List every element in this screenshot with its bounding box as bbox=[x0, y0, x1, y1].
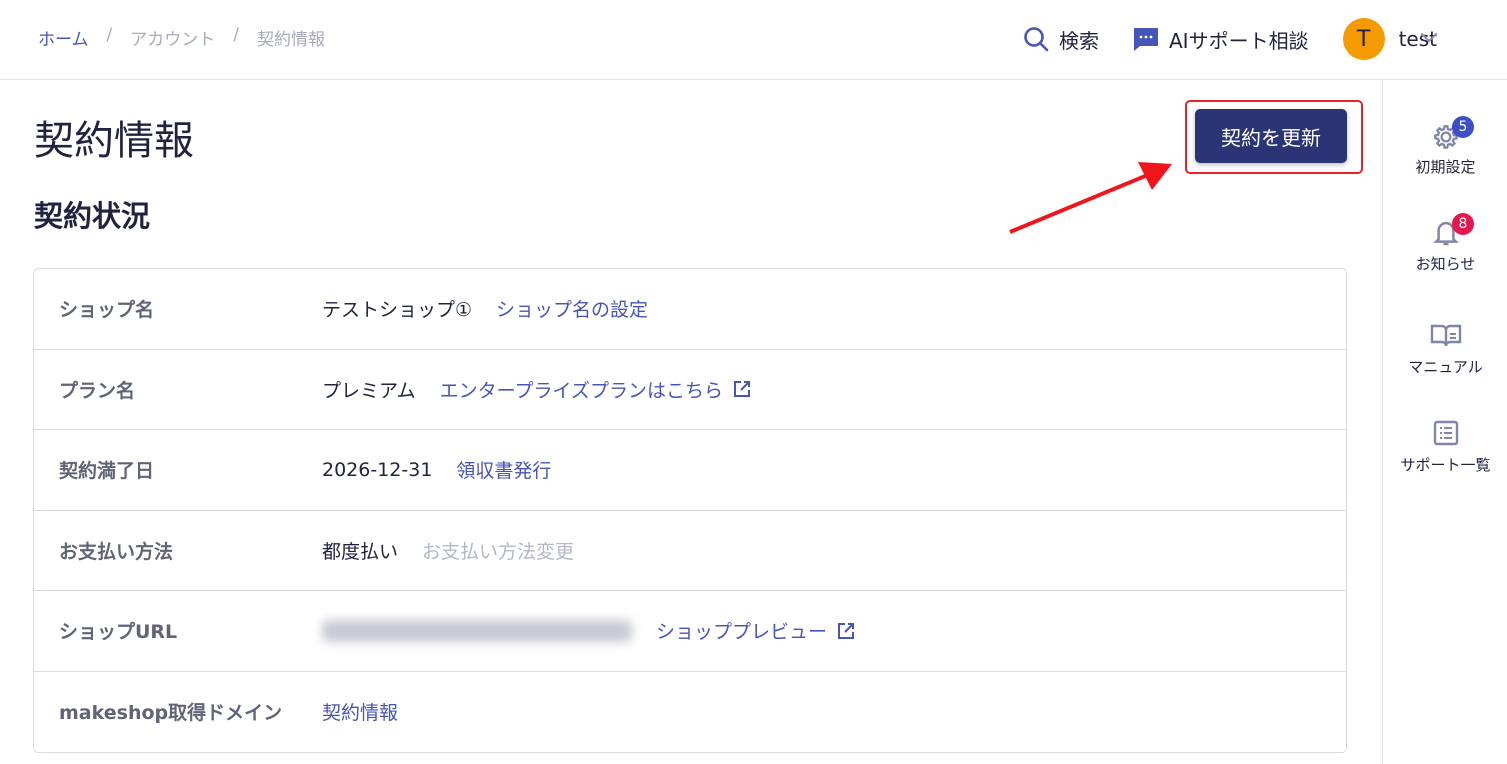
row-label: お支払い方法 bbox=[59, 540, 174, 563]
blurred-shop-url bbox=[322, 619, 632, 642]
update-contract-button[interactable]: 契約を更新 bbox=[1195, 109, 1347, 163]
shop-preview-link[interactable]: ショッププレビュー bbox=[656, 617, 855, 644]
section-title: 契約状況 bbox=[34, 199, 151, 233]
change-payment-link-disabled: お支払い方法変更 bbox=[422, 540, 575, 563]
shop-name-value: テストショップ① bbox=[322, 299, 473, 322]
rail-item-initial-settings[interactable]: 5 初期設定 bbox=[1383, 116, 1507, 177]
enterprise-plan-link[interactable]: エンタープライズプランはこちら bbox=[440, 376, 751, 403]
table-row: makeshop取得ドメイン 契約情報 bbox=[34, 672, 1346, 753]
rail-label: マニュアル bbox=[1408, 358, 1483, 376]
row-label: makeshop取得ドメイン bbox=[59, 702, 283, 725]
row-label: 契約満了日 bbox=[59, 460, 155, 483]
table-row: プラン名 プレミアム エンタープライズプランはこちら bbox=[34, 350, 1346, 430]
page-title: 契約情報 bbox=[34, 118, 194, 164]
chat-icon bbox=[1133, 28, 1158, 51]
search-label: 検索 bbox=[1058, 28, 1099, 53]
link-text: エンタープライズプランはこちら bbox=[439, 379, 723, 402]
breadcrumb-separator: / bbox=[233, 25, 239, 45]
table-row: ショップURL ショッププレビュー bbox=[34, 591, 1346, 672]
book-icon bbox=[1430, 324, 1461, 347]
link-text: ショッププレビュー bbox=[656, 621, 828, 644]
rail-label: サポート一覧 bbox=[1400, 456, 1491, 474]
badge-count: 8 bbox=[1452, 213, 1474, 235]
ai-support-label: AIサポート相談 bbox=[1168, 28, 1309, 53]
breadcrumb-current: 契約情報 bbox=[256, 30, 325, 50]
receipt-link[interactable]: 領収書発行 bbox=[456, 456, 551, 483]
plan-value: プレミアム bbox=[322, 379, 416, 402]
table-row: お支払い方法 都度払い お支払い方法変更 bbox=[34, 511, 1346, 591]
rail-item-support-list[interactable]: サポート一覧 bbox=[1383, 412, 1507, 475]
ai-support-button[interactable]: AIサポート相談 bbox=[1133, 25, 1309, 54]
rail-label: お知らせ bbox=[1415, 255, 1476, 273]
breadcrumb-home[interactable]: ホーム bbox=[38, 25, 89, 50]
row-label: ショップ名 bbox=[59, 299, 155, 322]
right-rail: 5 初期設定 8 お知らせ マニュアル サポート一覧 bbox=[1382, 80, 1507, 764]
domain-contract-link[interactable]: 契約情報 bbox=[322, 698, 398, 725]
expiry-date-value: 2026-12-31 bbox=[322, 458, 433, 481]
avatar: T bbox=[1342, 18, 1385, 60]
row-label: ショップURL bbox=[59, 621, 178, 644]
badge-count: 5 bbox=[1452, 116, 1474, 138]
breadcrumb: ホーム / アカウント / 契約情報 bbox=[38, 25, 325, 50]
breadcrumb-separator: / bbox=[106, 25, 113, 45]
search-button[interactable]: 検索 bbox=[1023, 25, 1099, 54]
top-header: ホーム / アカウント / 契約情報 検索 AIサポート相談 T test bbox=[0, 0, 1507, 80]
rail-item-manual[interactable]: マニュアル bbox=[1383, 314, 1507, 377]
table-row: 契約満了日 2026-12-31 領収書発行 bbox=[34, 430, 1346, 511]
user-menu[interactable]: T test bbox=[1342, 18, 1437, 60]
annotation-arrow bbox=[1009, 162, 1172, 234]
payment-method-value: 都度払い bbox=[322, 540, 399, 563]
table-row: ショップ名 テストショップ① ショップ名の設定 bbox=[34, 269, 1346, 350]
breadcrumb-account[interactable]: アカウント bbox=[130, 25, 215, 50]
highlight-box: 契約を更新 bbox=[1185, 100, 1363, 174]
row-label: プラン名 bbox=[59, 379, 136, 402]
list-icon bbox=[1433, 420, 1458, 446]
rail-item-notifications[interactable]: 8 お知らせ bbox=[1383, 213, 1507, 274]
shop-name-settings-link[interactable]: ショップ名の設定 bbox=[496, 295, 648, 322]
external-link-icon bbox=[838, 622, 855, 639]
contract-table: ショップ名 テストショップ① ショップ名の設定 プラン名 プレミアム エンタープ… bbox=[33, 268, 1347, 753]
rail-label: 初期設定 bbox=[1415, 158, 1476, 176]
search-icon bbox=[1024, 27, 1049, 52]
external-link-icon bbox=[733, 381, 750, 398]
